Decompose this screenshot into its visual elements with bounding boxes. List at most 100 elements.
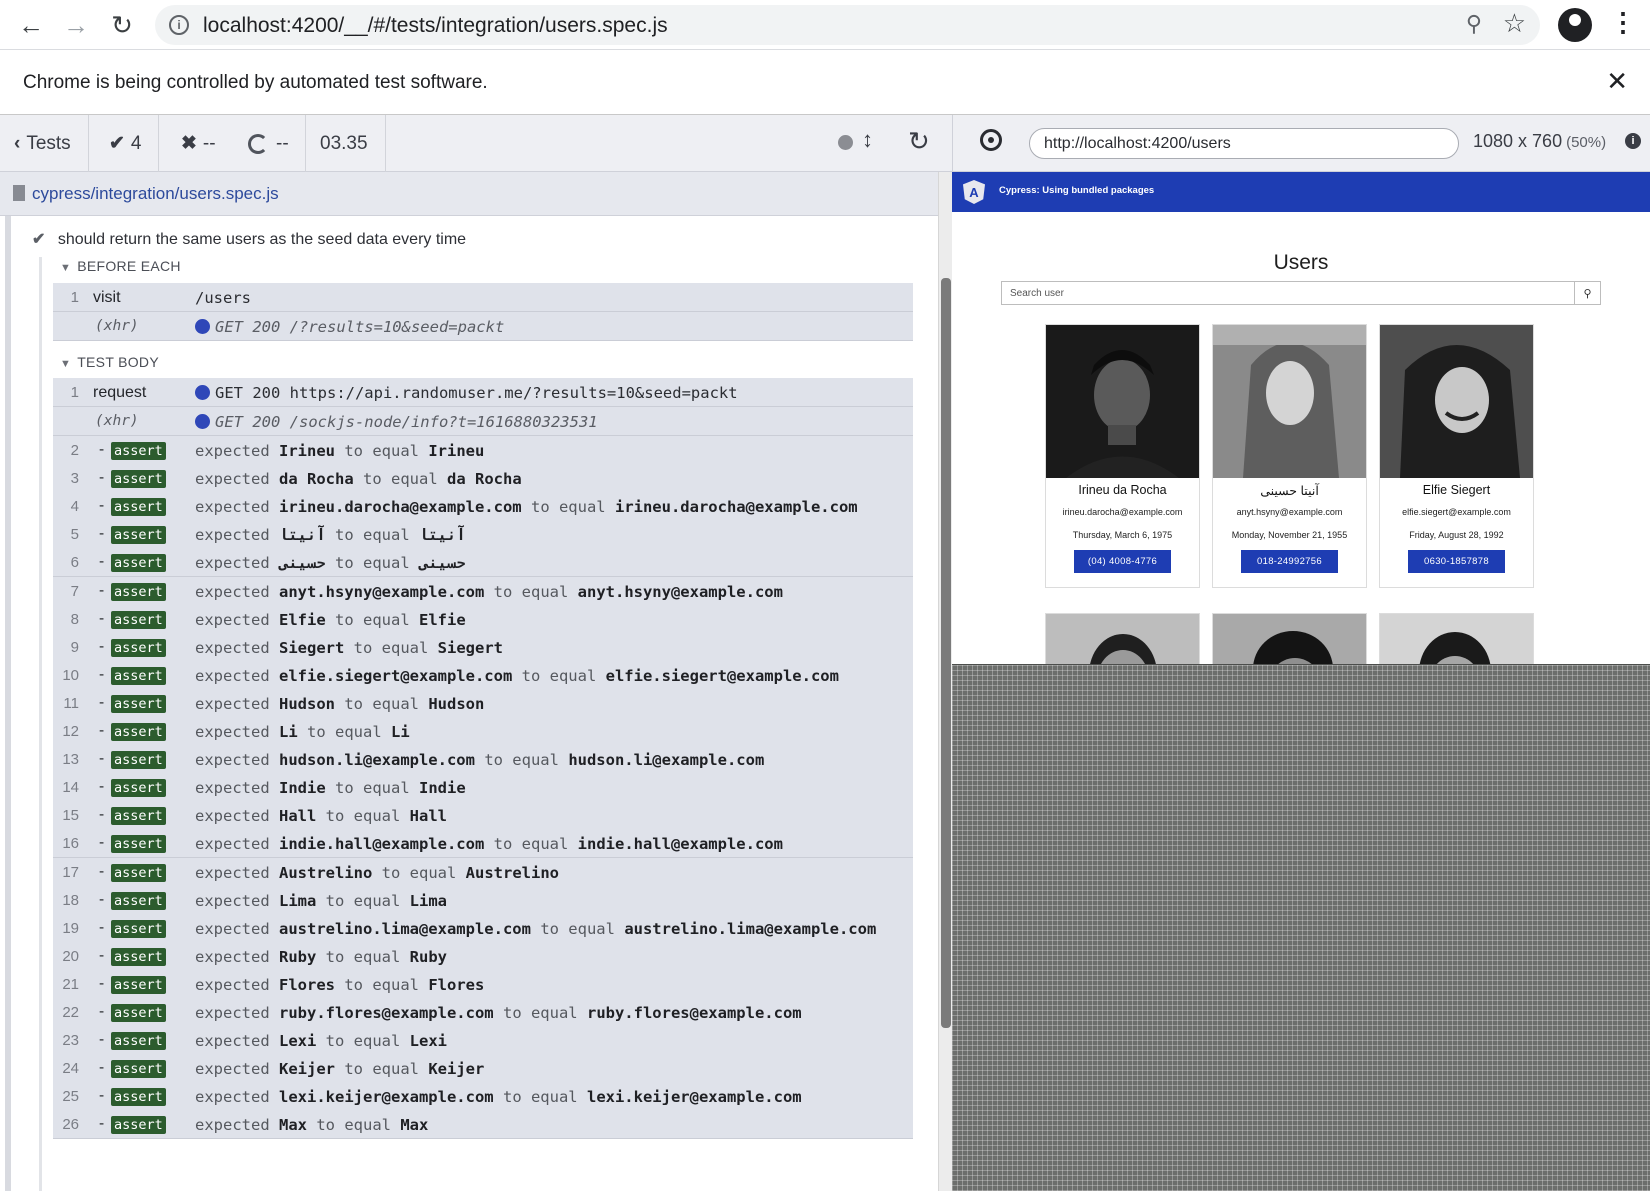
expected-word: expected [195,975,270,994]
assert-row[interactable]: 4 - assert expected irineu.darocha@example.… [53,492,913,522]
user-card[interactable]: Irineu da Rocha irineu.darocha@example.c… [1045,324,1200,588]
assert-row[interactable]: 22 - assert expected ruby.flores@example.co… [53,998,913,1027]
reload-icon[interactable]: ↻ [104,7,140,43]
user-card[interactable]: Elfie Siegert elfie.siegert@example.com … [1379,324,1534,588]
to-equal-word: to equal [353,638,429,657]
assert-row[interactable]: 11 - assert expected Hudson to equal Hudson [53,688,913,718]
status-dot-icon [838,135,853,150]
assert-row[interactable]: 17 - assert expected Austrelino to equal Au… [53,857,913,887]
search-icon[interactable]: ⚲ [1574,282,1600,304]
dash-icon: - [99,1115,105,1133]
expected-word: expected [195,498,270,517]
user-phone-button[interactable]: 018-24992756 [1241,550,1338,573]
auto-scroll-icon[interactable]: ↕ [862,127,873,153]
browser-toolbar: ← → ↻ i localhost:4200/__/#/tests/integr… [0,0,1650,50]
expected-word: expected [195,610,270,629]
actual-value: Ruby [279,947,317,966]
command-number: 15 [62,807,79,825]
actual-value: Lexi [279,1032,317,1051]
info-icon[interactable]: i [1625,133,1641,149]
actual-value: Lima [279,891,317,910]
tests-back-button[interactable]: ‹ Tests [0,115,89,172]
command-number: 1 [70,384,79,401]
user-card-partial[interactable] [1212,613,1367,664]
assert-row[interactable]: 20 - assert expected Ruby to equal Ruby [53,941,913,971]
before-each-label: BEFORE EACH [77,258,181,274]
infobar-close-icon[interactable]: ✕ [1606,66,1628,97]
spec-path-link[interactable]: cypress/integration/users.spec.js [32,184,279,204]
command-row[interactable]: (xhr) GET 200 /?results=10&seed=packt [53,312,913,341]
expected-word: expected [195,779,270,798]
assert-badge: assert [111,666,166,685]
address-bar[interactable]: i localhost:4200/__/#/tests/integration/… [155,5,1540,45]
assert-badge: assert [111,947,166,966]
command-row[interactable]: 1 visit /users [53,283,913,312]
assert-row[interactable]: 7 - assert expected anyt.hsyny@example.com … [53,576,913,606]
assert-badge: assert [111,1004,166,1022]
dash-icon: - [99,1059,105,1077]
test-title[interactable]: ✔ should return the same users as the se… [32,229,466,249]
assert-row[interactable]: 25 - assert expected lexi.keijer@example.co… [53,1082,913,1112]
chrome-menu-icon[interactable]: ⋮ [1610,7,1636,38]
assert-row[interactable]: 16 - assert expected indie.hall@example.com… [53,829,913,859]
user-phone-button[interactable]: 0630-1857878 [1408,550,1505,573]
aut-empty-area [952,664,1650,1191]
command-number: 4 [70,498,79,516]
test-body-label: TEST BODY [77,354,159,370]
command-number: 6 [70,554,79,572]
user-phone-button[interactable]: (04) 4008-4776 [1074,550,1171,573]
assert-message: expected Lima to equal Lima [195,892,447,910]
expected-word: expected [195,470,270,489]
command-message: GET 200 /sockjs-node/info?t=161688032353… [195,413,598,431]
assert-row[interactable]: 5 - assert expected آنیتا to equal آنیتا [53,520,913,550]
assert-row[interactable]: 26 - assert expected Max to equal Max [53,1110,913,1140]
actual-value: Siegert [279,638,345,657]
assert-row[interactable]: 21 - assert expected Flores to equal Flores [53,969,913,999]
assert-row[interactable]: 12 - assert expected Li to equal Li [53,717,913,746]
user-card[interactable]: آنیتا حسینی anyt.hsyny@example.com Monda… [1212,324,1367,588]
assert-message: expected elfie.siegert@example.com to eq… [195,667,839,685]
user-card-partial[interactable] [1045,613,1200,664]
rerun-icon[interactable]: ↻ [908,126,930,157]
assert-row[interactable]: 19 - assert expected austrelino.lima@exampl… [53,913,913,943]
assert-row[interactable]: 18 - assert expected Lima to equal Lima [53,885,913,915]
reporter-scrollbar-thumb[interactable] [941,278,951,1028]
zoom-icon[interactable]: ⚲ [1466,11,1482,37]
assert-row[interactable]: 15 - assert expected Hall to equal Hall [53,801,913,831]
assert-row[interactable]: 2 - assert expected Irineu to equal Irineu [53,436,913,465]
actual-value: Indie [279,779,326,798]
command-row[interactable]: 1 request GET 200 https://api.randomuser… [53,378,913,407]
selector-playground-icon[interactable] [980,129,1002,151]
assert-row[interactable]: 9 - assert expected Siegert to equal Sieger… [53,632,913,662]
profile-avatar-icon[interactable] [1558,8,1592,42]
user-card-partial[interactable] [1379,613,1534,664]
dash-icon: - [99,778,105,796]
assert-badge: assert [111,891,166,910]
to-equal-word: to equal [344,442,419,460]
forward-arrow-icon[interactable]: → [58,7,94,43]
actual-value: Austrelino [279,863,373,882]
search-input[interactable] [1002,282,1574,304]
aut-url-bar[interactable]: http://localhost:4200/users [1029,128,1459,159]
test-title-text: should return the same users as the seed… [57,231,467,248]
assert-row[interactable]: 14 - assert expected Indie to equal Indie [53,773,913,803]
back-arrow-icon[interactable]: ← [13,7,49,43]
to-equal-word: to equal [344,975,419,994]
before-each-header[interactable]: ▼ BEFORE EACH [60,258,181,274]
assert-row[interactable]: 3 - assert expected da Rocha to equal da Ro… [53,464,913,494]
assert-row[interactable]: 6 - assert expected حسینی to equal حسینی [53,548,913,578]
assert-badge: assert [111,526,166,545]
bookmark-star-icon[interactable]: ☆ [1503,8,1526,39]
test-body-header[interactable]: ▼ TEST BODY [60,354,159,370]
assert-row[interactable]: 24 - assert expected Keijer to equal Keijer [53,1054,913,1084]
site-info-icon[interactable]: i [169,15,189,35]
assert-row[interactable]: 13 - assert expected hudson.li@example.com … [53,745,913,775]
assert-row[interactable]: 10 - assert expected elfie.siegert@example.… [53,660,913,690]
assert-row[interactable]: 8 - assert expected Elfie to equal Elfie [53,604,913,634]
expected-value: Hudson [428,694,485,713]
assert-row[interactable]: 23 - assert expected Lexi to equal Lexi [53,1026,913,1056]
to-equal-word: to equal [335,554,410,573]
command-row[interactable]: (xhr) GET 200 /sockjs-node/info?t=161688… [53,407,913,436]
address-url[interactable]: localhost:4200/__/#/tests/integration/us… [203,14,668,38]
to-equal-word: to equal [335,526,410,545]
